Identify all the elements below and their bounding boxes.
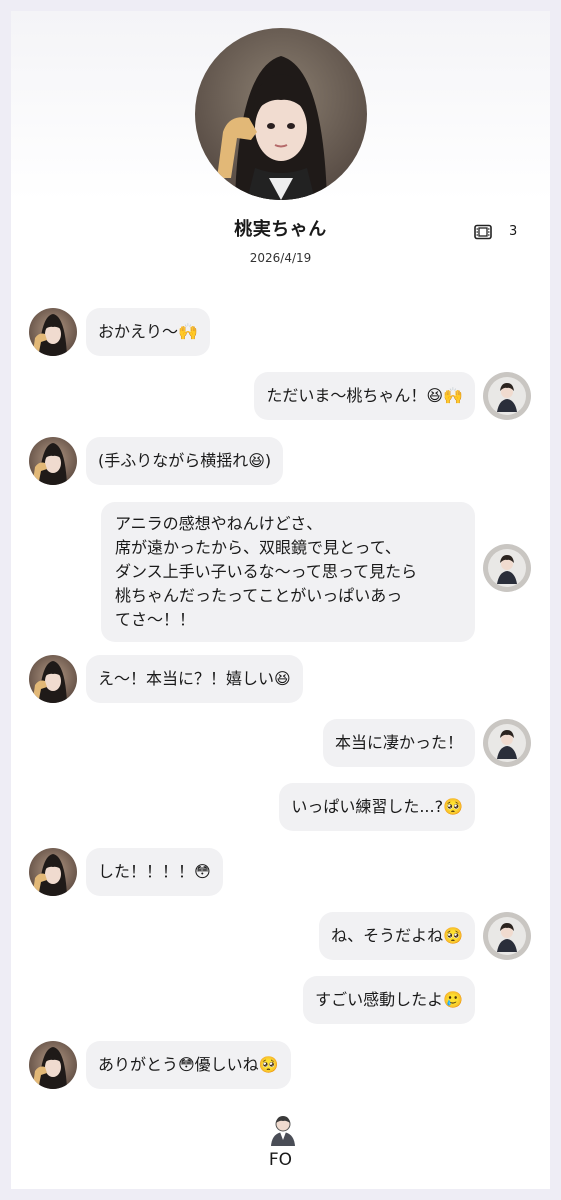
message-bubble: すごい感動したよ🥲 bbox=[303, 976, 475, 1024]
message-bubble: いっぱい練習した...?🥺 bbox=[279, 783, 475, 831]
message-bubble: した！！！！😳 bbox=[86, 848, 223, 896]
chat-date: 2026/4/19 bbox=[249, 251, 312, 265]
user-avatar[interactable] bbox=[483, 544, 531, 592]
message-bubble: ね、そうだよね🥺 bbox=[319, 912, 475, 960]
user-avatar[interactable] bbox=[483, 912, 531, 960]
film-icon[interactable] bbox=[474, 224, 492, 240]
message-bubble: ありがとう😳優しいね🥺 bbox=[86, 1041, 291, 1089]
partner-avatar[interactable] bbox=[29, 655, 77, 703]
partner-avatar[interactable] bbox=[29, 308, 77, 356]
footer-label: FO bbox=[268, 1150, 293, 1170]
message-bubble: ただいま〜桃ちゃん！😆🙌 bbox=[254, 372, 475, 420]
profile-avatar[interactable] bbox=[195, 28, 367, 200]
user-avatar[interactable] bbox=[483, 372, 531, 420]
partner-avatar[interactable] bbox=[29, 848, 77, 896]
partner-avatar[interactable] bbox=[29, 437, 77, 485]
message-bubble: (手ふりながら横揺れ😆) bbox=[86, 437, 284, 485]
message-bubble: 本当に凄かった！ bbox=[322, 719, 475, 767]
message-bubble: え〜！本当に？！嬉しい😆 bbox=[86, 655, 303, 703]
message-bubble: アニラの感想やねんけどさ、 席が遠かったから、双眼鏡で見とって、 ダンス上手い子… bbox=[101, 502, 475, 642]
partner-avatar[interactable] bbox=[29, 1041, 77, 1089]
chat-card: 桃実ちゃん 2026/4/19 3 おかえり〜🙌 ただいま〜桃ちゃん！😆🙌 (手… bbox=[11, 11, 550, 1189]
profile-name: 桃実ちゃん bbox=[234, 219, 327, 240]
film-count: 3 bbox=[509, 224, 518, 239]
user-avatar[interactable] bbox=[483, 719, 531, 767]
person-icon[interactable] bbox=[268, 1114, 298, 1146]
message-bubble: おかえり〜🙌 bbox=[86, 308, 210, 356]
